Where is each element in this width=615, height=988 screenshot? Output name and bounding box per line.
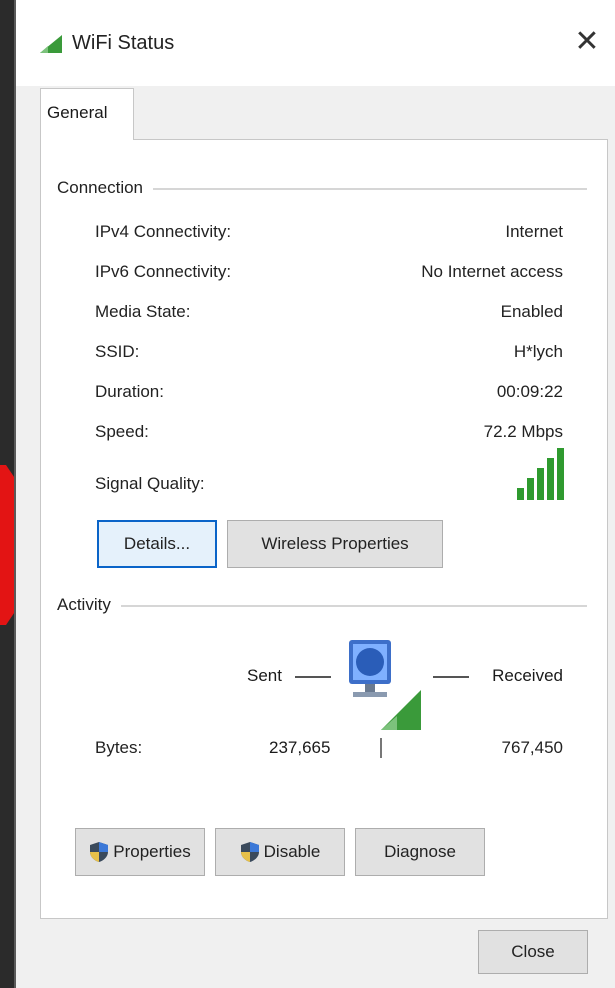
close-button[interactable]: Close [478, 930, 588, 974]
media-state-label: Media State: [95, 302, 191, 321]
sent-label: Sent [247, 666, 282, 685]
details-button[interactable]: Details... [97, 520, 217, 568]
ipv6-connectivity-label: IPv6 Connectivity: [95, 262, 232, 281]
received-label: Received [492, 666, 563, 685]
activity-group-label: Activity [57, 595, 121, 615]
signal-bar [527, 478, 534, 500]
ssid-label: SSID: [95, 342, 140, 361]
ssid-value: H*lych [513, 342, 563, 361]
media-state-value: Enabled [500, 302, 563, 321]
uac-shield-icon [240, 842, 259, 862]
duration-value: 00:09:22 [496, 382, 563, 401]
dialog-footer: Close [16, 930, 615, 988]
disable-button-label: Disable [263, 842, 321, 861]
ipv4-connectivity-value: Internet [505, 222, 563, 241]
signal-quality-label: Signal Quality: [95, 474, 205, 493]
duration-label: Duration: [95, 382, 164, 401]
speed-label: Speed: [95, 422, 149, 441]
signal-bar [557, 448, 564, 500]
received-line [433, 676, 469, 678]
diagnose-button[interactable]: Diagnose [355, 828, 485, 876]
wifi-signal-icon [40, 35, 62, 53]
activity-indicator-line [380, 738, 382, 758]
speed-value: 72.2 Mbps [483, 422, 563, 441]
title-bar: WiFi Status ✕ [16, 0, 615, 86]
properties-button-label: Properties [113, 842, 191, 861]
bytes-sent-value: 237,665 [269, 738, 331, 757]
sent-line [295, 676, 331, 678]
uac-shield-icon [90, 842, 109, 862]
signal-strength-icon [517, 448, 564, 500]
window-title: WiFi Status [72, 32, 175, 54]
signal-bar [547, 458, 554, 500]
properties-button[interactable]: Properties [75, 828, 205, 876]
general-tab-panel: Connection IPv4 Connectivity: Internet I… [40, 139, 608, 919]
connection-group-label: Connection [57, 178, 154, 198]
wifi-status-dialog: WiFi Status ✕ General Connection IPv4 Co… [14, 0, 615, 988]
disable-button[interactable]: Disable [215, 828, 345, 876]
close-window-button[interactable]: ✕ [569, 22, 605, 62]
bytes-received-value: 767,450 [501, 738, 563, 757]
bytes-label: Bytes: [95, 738, 143, 757]
network-computer-icon [349, 640, 421, 730]
tab-general[interactable]: General [40, 88, 134, 140]
ipv4-connectivity-label: IPv4 Connectivity: [95, 222, 232, 241]
ipv6-connectivity-value: No Internet access [421, 262, 563, 281]
signal-bar [517, 488, 524, 500]
activity-group-divider [61, 605, 587, 607]
wireless-properties-button[interactable]: Wireless Properties [227, 520, 443, 568]
signal-bar [537, 468, 544, 500]
